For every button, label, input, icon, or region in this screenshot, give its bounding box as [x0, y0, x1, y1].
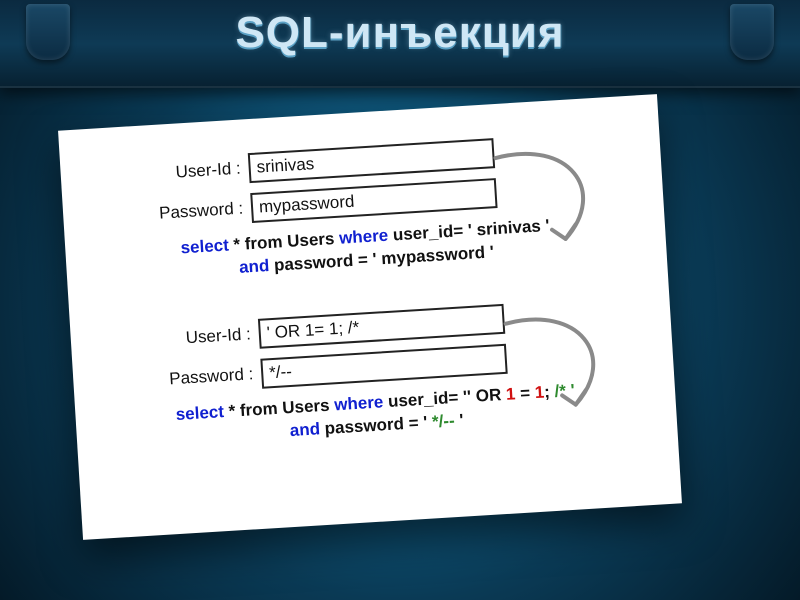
input-password-1: mypassword — [250, 178, 497, 223]
txt-pwd-prefix: password = ' — [324, 412, 432, 438]
txt-eq: = — [515, 383, 535, 403]
input-password-2: */-- — [260, 344, 507, 389]
txt: * from — [228, 232, 288, 255]
kw-and: and — [239, 256, 275, 277]
label-userid-2: User-Id : — [100, 324, 251, 353]
kw-where: where — [334, 225, 394, 248]
kw-where: where — [329, 392, 389, 415]
txt-uid-prefix: user_id= ' — [387, 387, 467, 411]
example-1: User-Id : srinivas Password : mypassword… — [90, 130, 637, 289]
txt-tail: ' — [459, 410, 464, 429]
kw-select: select — [180, 236, 229, 258]
txt-cmt-open: /* ' — [554, 381, 575, 401]
label-password-1: Password : — [93, 199, 244, 228]
txt-cmt-close: */-- — [431, 411, 459, 432]
label-userid-1: User-Id : — [90, 159, 241, 188]
slide-title: SQL-инъекция — [0, 8, 800, 58]
txt: * from — [223, 398, 283, 421]
txt-users: Users — [282, 396, 330, 418]
kw-select: select — [175, 402, 224, 424]
txt-uid: user_id= ' srinivas ' — [392, 216, 550, 245]
label-password-2: Password : — [103, 364, 254, 393]
txt-inj-open: ' OR — [466, 385, 506, 406]
txt-users: Users — [287, 229, 335, 251]
slide-background: SQL-инъекция User-Id : srinivas Password… — [0, 0, 800, 600]
input-userid-1: srinivas — [248, 138, 495, 183]
content-card: User-Id : srinivas Password : mypassword… — [58, 94, 682, 540]
example-2: User-Id : ' OR 1= 1; /* Password : */-- … — [100, 295, 647, 454]
kw-and: and — [289, 419, 325, 440]
